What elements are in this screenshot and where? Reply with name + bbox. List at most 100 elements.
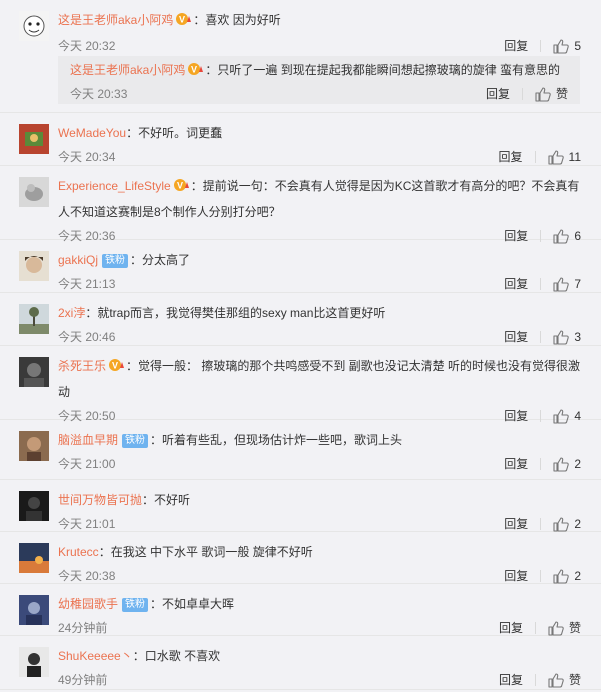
thumbs-up-icon [548,620,569,636]
username-link[interactable]: 杀死王乐 [58,359,106,373]
comment-body: Experience_LifeStyle V ：提前说一句：不会真有人觉得是因为KC… [58,174,581,248]
comment-time: 今天 20:33 [70,87,128,101]
divider [540,518,542,530]
avatar[interactable] [19,431,49,461]
comment-text-line: WeMadeYou：不好听。词更蠢 [58,121,581,145]
thumbs-up-icon [553,568,574,584]
avatar[interactable] [19,304,49,334]
svg-text:V: V [112,361,118,371]
username-link[interactable]: gakkiQj [58,253,98,267]
avatar[interactable] [19,177,49,207]
comment-body: 世间万物皆可抛：不好听 今天 21:01 回复 2 [58,488,581,536]
divider [540,570,542,582]
avatar[interactable] [19,647,49,677]
comment-body: ShuKeeeee丶：口水歌 不喜欢 49分钟前 回复 赞 [58,644,581,692]
like-button[interactable]: 5 [553,34,581,58]
reply-text: ：只听了一遍 到现在提起我都能瞬间想起擦玻璃的旋律 蛮有意思的 [205,63,561,77]
like-count: 赞 [568,673,581,687]
username-link[interactable]: 幼稚园歌手 [58,597,118,611]
comment-body: 杀死王乐 V ：觉得一般： 擦玻璃的那个共鸣感受不到 副歌也没记太清楚 听的时候也没… [58,354,581,428]
comment-item: Experience_LifeStyle V ：提前说一句：不会真有人觉得是因为KC… [0,166,601,244]
thumbs-up-icon [548,672,569,688]
comment-time: 今天 20:34 [58,150,116,164]
username-link[interactable]: Krutecc [58,545,99,559]
comment-time: 今天 20:46 [58,330,116,344]
comment-meta: 今天 21:00 回复 2 [58,452,581,476]
username-link[interactable]: 这是王老师aka小阿鸡 [70,63,185,77]
comment-text: ：不好听 [142,493,191,507]
comment-text-line: Experience_LifeStyle V ：提前说一句：不会真有人觉得是因为KC… [58,174,581,224]
avatar[interactable] [19,11,49,41]
comment-text: ：喜欢 因为好听 [193,13,281,27]
username-link[interactable]: WeMadeYou [58,126,126,140]
divider [540,458,542,470]
comment-actions: 回复 5 [504,34,581,58]
reply-link[interactable]: 回复 [504,34,528,58]
svg-text:V: V [191,65,197,75]
reply-link[interactable]: 回复 [504,452,528,476]
comment-time: 今天 21:13 [58,277,116,291]
comment-text-line: 这是王老师aka小阿鸡 V ：喜欢 因为好听 [58,8,581,34]
comment-time: 今天 20:32 [58,39,116,53]
username-link[interactable]: ShuKeeeee丶 [58,649,133,663]
avatar[interactable] [19,357,49,387]
divider [534,674,536,686]
thumbs-up-icon [553,38,574,54]
comment-text-line: 幼稚园歌手 铁粉 ：不如卓卓大晖 [58,592,581,616]
reply-text-line: 这是王老师aka小阿鸡 V ：只听了一遍 到现在提起我都能瞬间想起擦玻璃的旋律 蛮有… [70,58,560,84]
fan-badge: 铁粉 [102,254,129,268]
avatar[interactable] [19,595,49,625]
avatar[interactable] [19,543,49,573]
username-link[interactable]: 世间万物皆可抛 [58,493,142,507]
comment-text-line: ShuKeeeee丶：口水歌 不喜欢 [58,644,581,668]
comment-text: ：口水歌 不喜欢 [132,649,221,663]
thumbs-up-icon [553,329,574,345]
like-button[interactable]: 2 [553,452,581,476]
comment-body: 脑溢血早期 铁粉 ：听着有些乱，但现场估计炸一些吧，歌词上头今天 21:00 回复 2 [58,428,581,476]
thumbs-up-icon [553,276,574,292]
avatar[interactable] [19,124,49,154]
vip-badge-icon: V [175,10,193,34]
like-button[interactable]: 赞 [548,668,581,692]
comment-time: 今天 21:00 [58,457,116,471]
comment-body: 2xi浡：就trap而言，我觉得樊佳那组的sexy man比这首更好听今天 20… [58,301,581,349]
username-link[interactable]: 脑溢血早期 [58,433,118,447]
avatar[interactable] [19,251,49,281]
comment-text: ：觉得一般： 擦玻璃的那个共鸣感受不到 副歌也没记太清楚 听的时候也没有觉得很激… [58,359,581,399]
comment-text-line: 2xi浡：就trap而言，我觉得樊佳那组的sexy man比这首更好听 [58,301,581,325]
like-count: 2 [574,457,581,471]
comment-text: ：听着有些乱，但现场估计炸一些吧，歌词上头 [150,433,403,447]
comment-list: 这是王老师aka小阿鸡 V ：喜欢 因为好听 今天 20:32 回复 5 这是王老师aka… [0,0,601,690]
comment-item: 脑溢血早期 铁粉 ：听着有些乱，但现场估计炸一些吧，歌词上头今天 21:00 回复 2 [0,420,601,480]
comment-text-line: gakkiQj 铁粉 ：分太高了 [58,248,581,272]
comment-item: 杀死王乐 V ：觉得一般： 擦玻璃的那个共鸣感受不到 副歌也没记太清楚 听的时候也没… [0,346,601,424]
comment-item: ShuKeeeee丶：口水歌 不喜欢 49分钟前 回复 赞 [0,636,601,690]
comment-item: 幼稚园歌手 铁粉 ：不如卓卓大晖 24分钟前 回复 赞 [0,584,601,636]
svg-text:V: V [179,15,185,25]
comment-text: ：不好听。词更蠢 [126,126,223,140]
comment-text-line: 世间万物皆可抛：不好听 [58,488,581,512]
comment-meta: 49分钟前 回复 赞 [58,668,581,692]
comment-time: 24分钟前 [58,621,108,635]
username-link[interactable]: 这是王老师aka小阿鸡 [58,13,173,27]
like-count: 5 [574,39,581,53]
thumbs-up-icon [553,516,574,532]
username-link[interactable]: 2xi浡 [58,306,85,320]
fan-badge: 铁粉 [122,598,149,612]
comment-item: Krutecc：在我这 中下水平 歌词一般 旋律不好听 今天 20:38 回复 2 [0,532,601,584]
comment-actions: 回复 赞 [486,82,568,106]
reply-link[interactable]: 回复 [486,82,510,106]
fan-badge: 铁粉 [122,434,149,448]
username-link[interactable]: Experience_LifeStyle [58,179,171,193]
thumbs-up-icon [547,149,569,165]
comment-time: 49分钟前 [58,673,108,687]
like-button[interactable]: 赞 [535,82,568,106]
avatar[interactable] [19,491,49,521]
comment-body: Krutecc：在我这 中下水平 歌词一般 旋律不好听 今天 20:38 回复 2 [58,540,581,588]
reply-link[interactable]: 回复 [499,668,523,692]
comment-time: 今天 21:01 [58,517,116,531]
comment-text: ：分太高了 [130,253,191,267]
comment-text-line: 脑溢血早期 铁粉 ：听着有些乱，但现场估计炸一些吧，歌词上头 [58,428,581,452]
vip-badge-icon: V [173,176,191,200]
comment-actions: 回复 赞 [499,668,581,692]
